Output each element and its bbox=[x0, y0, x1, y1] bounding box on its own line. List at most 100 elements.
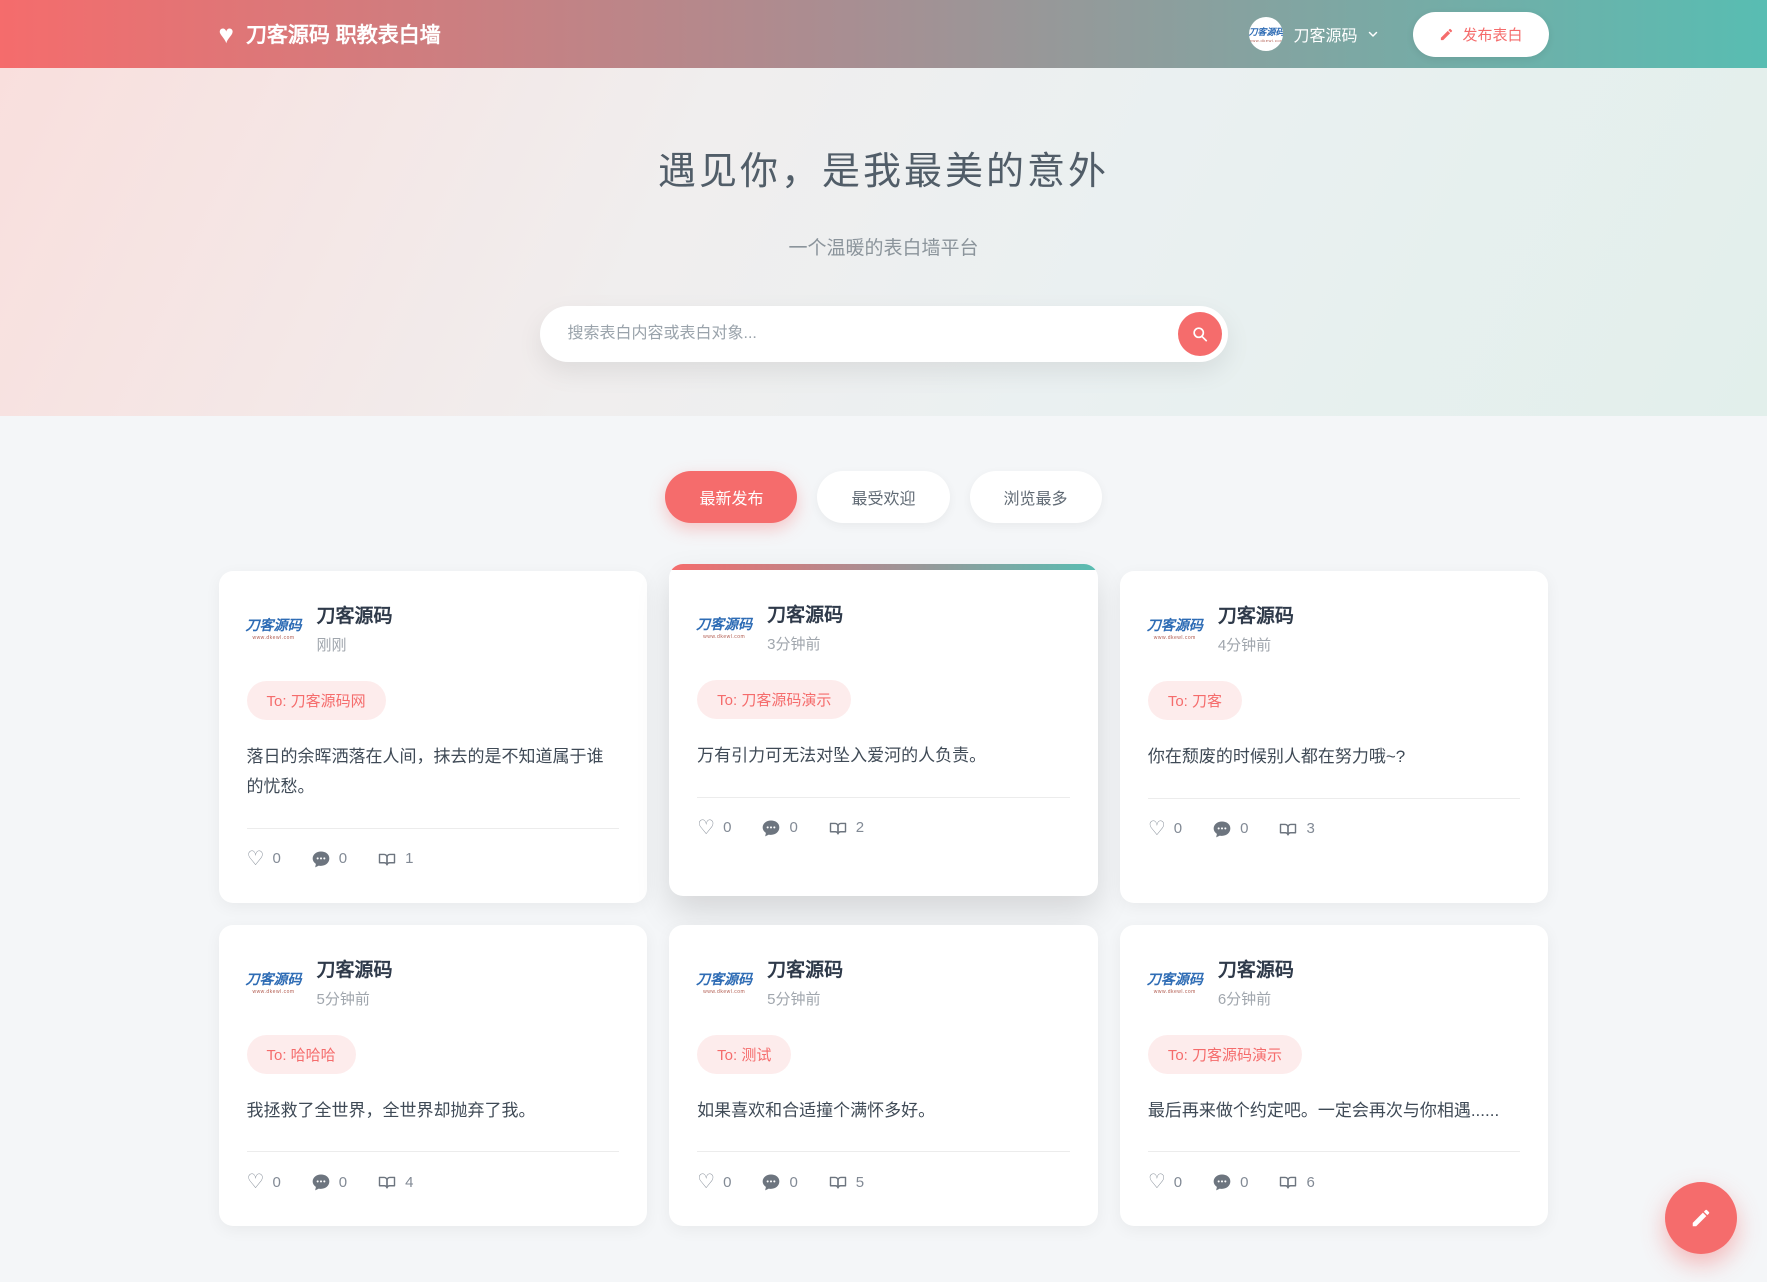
cards-grid: 刀客源码 www.dkewl.com 刀客源码 刚刚 To: 刀客源码网 落日的… bbox=[218, 564, 1549, 1266]
like-stat[interactable]: ♡ 0 bbox=[247, 1172, 281, 1192]
comment-stat[interactable]: 0 bbox=[761, 818, 798, 838]
post-time: 刚刚 bbox=[316, 637, 347, 654]
view-count: 4 bbox=[405, 1173, 414, 1191]
views-stat: 3 bbox=[1278, 819, 1315, 839]
confession-card[interactable]: 刀客源码 www.dkewl.com 刀客源码 刚刚 To: 刀客源码网 落日的… bbox=[218, 571, 648, 903]
comment-count: 0 bbox=[1240, 820, 1249, 838]
comment-stat[interactable]: 0 bbox=[311, 1172, 347, 1192]
confession-card[interactable]: 刀客源码 www.dkewl.com 刀客源码 5分钟前 To: 测试 如果喜欢… bbox=[669, 924, 1098, 1227]
brand-title: 刀客源码 职教表白墙 bbox=[245, 24, 441, 47]
confession-card[interactable]: 刀客源码 www.dkewl.com 刀客源码 4分钟前 To: 刀客 你在颓废… bbox=[1119, 571, 1549, 903]
user-avatar: 刀客源码 www.dkewl.com bbox=[1249, 17, 1284, 51]
to-badge: To: 刀客源码演示 bbox=[697, 680, 852, 719]
avatar: 刀客源码 www.dkewl.com bbox=[696, 600, 752, 654]
view-count: 2 bbox=[855, 819, 865, 837]
author-name: 刀客源码 bbox=[767, 959, 844, 981]
avatar-logo-text: 刀客源码 bbox=[1146, 617, 1203, 633]
search-button[interactable] bbox=[1177, 312, 1222, 356]
pencil-icon bbox=[1441, 28, 1453, 40]
post-time: 5分钟前 bbox=[767, 990, 821, 1008]
like-count: 0 bbox=[723, 1173, 732, 1191]
confession-text: 我拯救了全世界，全世界却抛弃了我。 bbox=[246, 1100, 536, 1120]
like-stat[interactable]: ♡ 0 bbox=[697, 1172, 731, 1192]
views-stat: 4 bbox=[377, 1172, 413, 1192]
comment-stat[interactable]: 0 bbox=[311, 849, 347, 869]
user-name: 刀客源码 bbox=[1293, 28, 1358, 45]
confession-text: 你在颓废的时候别人都在努力哦~? bbox=[1147, 747, 1406, 766]
heart-outline-icon: ♡ bbox=[1147, 1171, 1166, 1194]
avatar-logo-subtext: www.dkewl.com bbox=[703, 634, 746, 640]
like-count: 0 bbox=[1173, 820, 1183, 838]
comment-icon bbox=[312, 851, 330, 867]
comment-icon bbox=[1213, 821, 1231, 838]
avatar-logo-subtext: www.dkewl.com bbox=[252, 988, 295, 995]
avatar-logo-subtext: www.dkewl.com bbox=[1153, 988, 1196, 995]
comment-stat[interactable]: 0 bbox=[761, 1172, 798, 1192]
search-input[interactable] bbox=[567, 306, 1178, 362]
confession-text: 如果喜欢和合适撞个满怀多好。 bbox=[697, 1100, 936, 1120]
chevron-down-icon bbox=[1369, 31, 1378, 37]
view-count: 5 bbox=[855, 1173, 865, 1191]
tab-latest[interactable]: 最新发布 bbox=[665, 471, 798, 523]
views-icon bbox=[829, 1176, 846, 1189]
comment-icon bbox=[1213, 1174, 1231, 1191]
avatar: 刀客源码 www.dkewl.com bbox=[246, 601, 302, 655]
views-stat: 1 bbox=[377, 849, 413, 869]
view-count: 3 bbox=[1306, 820, 1315, 838]
avatar-logo-text: 刀客源码 bbox=[696, 970, 753, 987]
author-name: 刀客源码 bbox=[316, 606, 393, 627]
avatar-logo-text: 刀客源码 bbox=[1249, 27, 1284, 37]
like-stat[interactable]: ♡ 0 bbox=[1148, 1172, 1182, 1192]
views-stat: 2 bbox=[828, 818, 864, 838]
views-stat: 5 bbox=[828, 1172, 864, 1192]
comment-stat[interactable]: 0 bbox=[1212, 819, 1248, 839]
views-icon bbox=[378, 853, 396, 866]
hero-title: 遇见你，是我最美的意外 bbox=[657, 151, 1109, 193]
card-stats: ♡ 0 0 5 bbox=[697, 1152, 1070, 1192]
confession-card[interactable]: 刀客源码 www.dkewl.com 刀客源码 5分钟前 To: 哈哈哈 我拯救… bbox=[218, 924, 648, 1227]
like-count: 0 bbox=[272, 1173, 281, 1191]
to-badge: To: 刀客 bbox=[1147, 681, 1243, 720]
card-stats: ♡ 0 0 4 bbox=[247, 1152, 620, 1192]
view-count: 1 bbox=[405, 850, 414, 867]
heart-icon: ♥ bbox=[218, 19, 234, 49]
confession-card[interactable]: 刀客源码 www.dkewl.com 刀客源码 6分钟前 To: 刀客源码演示 … bbox=[1119, 924, 1549, 1227]
comment-count: 0 bbox=[338, 850, 348, 867]
tab-most-viewed[interactable]: 浏览最多 bbox=[969, 471, 1102, 523]
comment-count: 0 bbox=[1240, 1173, 1249, 1191]
publish-label: 发布表白 bbox=[1462, 26, 1523, 44]
user-menu[interactable]: 刀客源码 www.dkewl.com 刀客源码 bbox=[1249, 17, 1379, 51]
avatar: 刀客源码 www.dkewl.com bbox=[1147, 954, 1203, 1009]
card-stats: ♡ 0 0 2 bbox=[697, 798, 1070, 838]
view-count: 6 bbox=[1306, 1173, 1315, 1191]
author-name: 刀客源码 bbox=[316, 959, 393, 981]
confession-text: 最后再来做个约定吧。一定会再次与你相遇...... bbox=[1147, 1100, 1500, 1120]
views-stat: 6 bbox=[1278, 1172, 1315, 1192]
search-bar bbox=[539, 306, 1228, 362]
publish-button[interactable]: 发布表白 bbox=[1413, 11, 1549, 57]
filter-tabs: 最新发布 最受欢迎 浏览最多 bbox=[219, 416, 1549, 523]
author-name: 刀客源码 bbox=[767, 605, 844, 626]
avatar-logo-subtext: www.dkewl.com bbox=[1249, 38, 1284, 43]
like-stat[interactable]: ♡ 0 bbox=[697, 818, 731, 838]
to-badge: To: 哈哈哈 bbox=[246, 1034, 356, 1074]
comment-count: 0 bbox=[789, 1173, 798, 1191]
to-badge: To: 刀客源码网 bbox=[246, 681, 386, 720]
tab-popular[interactable]: 最受欢迎 bbox=[817, 471, 950, 523]
card-accent-bar bbox=[669, 564, 1098, 570]
card-stats: ♡ 0 0 1 bbox=[247, 829, 620, 869]
search-icon bbox=[1192, 327, 1207, 342]
comment-icon bbox=[312, 1174, 330, 1191]
hero-subtitle: 一个温暖的表白墙平台 bbox=[788, 238, 979, 259]
author-name: 刀客源码 bbox=[1217, 959, 1294, 981]
comment-icon bbox=[763, 820, 780, 837]
hero-section: 遇见你，是我最美的意外 一个温暖的表白墙平台 bbox=[0, 68, 1767, 416]
like-stat[interactable]: ♡ 0 bbox=[1148, 819, 1182, 839]
fab-publish-button[interactable] bbox=[1665, 1182, 1737, 1254]
post-time: 4分钟前 bbox=[1217, 637, 1272, 654]
like-stat[interactable]: ♡ 0 bbox=[247, 849, 281, 869]
comment-stat[interactable]: 0 bbox=[1212, 1172, 1248, 1192]
heart-outline-icon: ♡ bbox=[697, 1171, 716, 1194]
confession-card[interactable]: 刀客源码 www.dkewl.com 刀客源码 3分钟前 To: 刀客源码演示 … bbox=[669, 564, 1098, 896]
comment-count: 0 bbox=[789, 819, 798, 837]
